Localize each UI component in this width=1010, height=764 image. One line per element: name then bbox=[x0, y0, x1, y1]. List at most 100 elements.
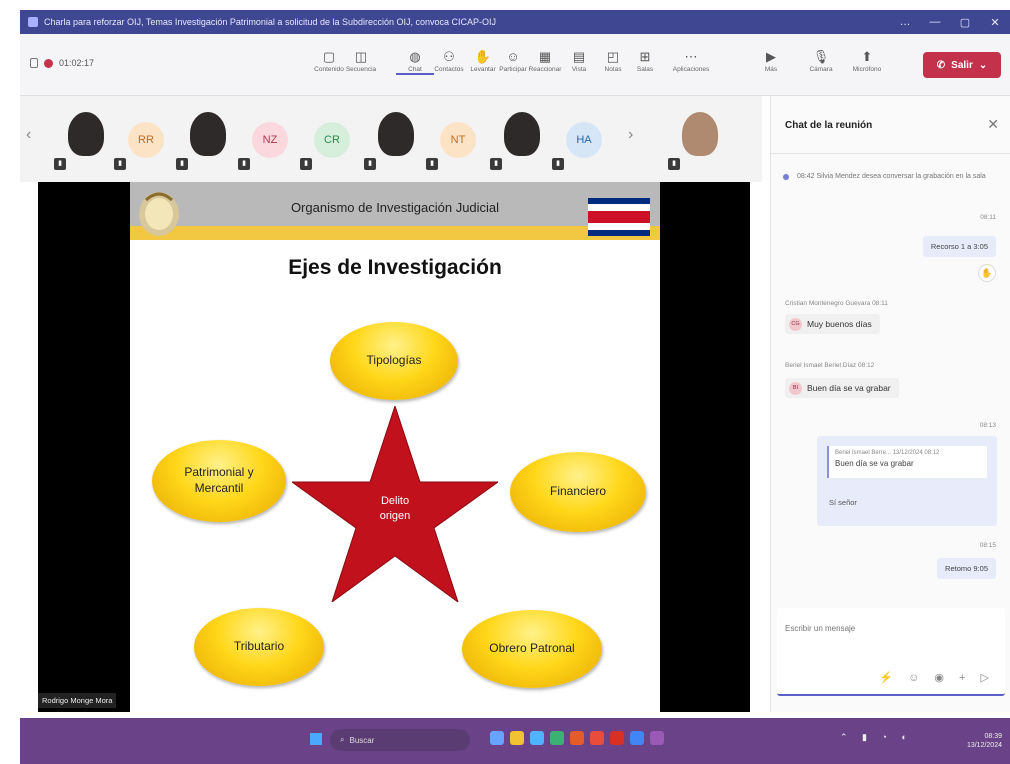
taskbar-app-icon[interactable] bbox=[510, 731, 524, 745]
avatar: NZ bbox=[252, 122, 288, 158]
toolbar-button-10[interactable]: ⋯ Aplicaciones bbox=[672, 48, 710, 73]
participant-tile[interactable]: ▮ bbox=[668, 102, 732, 174]
toolbar-button-label: Cámara bbox=[809, 66, 833, 73]
participant-tile[interactable]: NT ▮ bbox=[426, 102, 490, 174]
toolbar-button-label: Contactos bbox=[434, 66, 464, 73]
toolbar-button-7[interactable]: ▤ Vista bbox=[560, 48, 598, 73]
axis-obrero-patronal: Obrero Patronal bbox=[462, 610, 602, 688]
axis-tipologias: Tipologías bbox=[330, 322, 458, 400]
my-message-bubble[interactable]: Recorso 1 a 3:05 bbox=[922, 236, 996, 257]
search-icon: ⌕ bbox=[340, 735, 345, 744]
system-message: 08:42 Silvia Mendez desea conversar la g… bbox=[783, 172, 1003, 183]
close-icon[interactable]: ✕ bbox=[987, 116, 999, 133]
compose-box[interactable]: ⚡ ☺ ◉ + ▷ bbox=[777, 608, 1005, 696]
message-time: 08:11 bbox=[980, 214, 996, 221]
their-message-bubble[interactable]: BI Buen día se va grabar bbox=[785, 378, 899, 398]
taskbar-app-icon[interactable] bbox=[490, 731, 504, 745]
toolbar-button-6[interactable]: ▦ Reaccionar bbox=[526, 48, 564, 73]
toolbar-button-label: Secuencia bbox=[345, 66, 377, 73]
leave-label: Salir bbox=[951, 59, 973, 71]
participant-tile[interactable]: ▮ bbox=[490, 102, 554, 174]
participant-photo bbox=[682, 112, 718, 156]
rooms-icon: ◰ bbox=[606, 49, 620, 64]
toolbar-button-label: Micrófono bbox=[852, 66, 882, 73]
message-text: Buen día se va grabar bbox=[807, 383, 891, 393]
leave-meeting-button[interactable]: ✆ Salir ⌄ bbox=[923, 52, 1001, 78]
toolbar-button-label: Aplicaciones bbox=[672, 66, 710, 73]
message-sender: Cristian Montenegro Guevara 08:11 bbox=[785, 300, 888, 307]
meeting-timer: 01:02:17 bbox=[59, 58, 95, 68]
participant-tile[interactable]: ▮ bbox=[364, 102, 428, 174]
toolbar-button-1[interactable]: ◫ Secuencia bbox=[342, 48, 380, 73]
toolbar-button-13[interactable]: ⬆ Micrófono bbox=[848, 48, 886, 73]
windows-taskbar: ⌕ Buscar ⌃ ▮ ◔ ◐ 08:39 13/12/2024 bbox=[20, 718, 1010, 764]
shield-icon bbox=[30, 58, 38, 68]
toolbar-button-9[interactable]: ⊞ Salas bbox=[626, 48, 664, 73]
window-maximize-button[interactable]: ▢ bbox=[950, 16, 980, 29]
toolbar-button-11[interactable]: ▶ Más bbox=[752, 48, 790, 73]
star-label-line1: Delito bbox=[380, 495, 410, 507]
axis-financiero: Financiero bbox=[510, 452, 646, 532]
participant-tile[interactable]: ▮ bbox=[176, 102, 240, 174]
taskbar-app-icon[interactable] bbox=[550, 731, 564, 745]
slide-header: Organismo de Investigación Judicial bbox=[130, 182, 660, 240]
axis-patrimonial-mercantil: Patrimonial y Mercantil bbox=[152, 440, 286, 522]
clock-time: 08:39 bbox=[984, 733, 1002, 740]
participant-photo bbox=[68, 112, 104, 156]
participant-tile[interactable]: NZ ▮ bbox=[238, 102, 302, 174]
toolbar-button-label: Salas bbox=[636, 66, 654, 73]
windows-start-icon[interactable] bbox=[310, 733, 322, 745]
window-more-button[interactable]: … bbox=[890, 16, 920, 28]
taskbar-app-icon[interactable] bbox=[650, 731, 664, 745]
message-input[interactable] bbox=[785, 624, 995, 633]
taskbar-app-icon[interactable] bbox=[530, 731, 544, 745]
participant-tile[interactable]: HA ▮ bbox=[552, 102, 616, 174]
star-label: Delito origen bbox=[350, 494, 440, 525]
system-tray-icons[interactable]: ⌃ ▮ ◔ ◐ bbox=[840, 732, 913, 743]
taskbar-app-icon[interactable] bbox=[630, 731, 644, 745]
muted-mic-icon: ▮ bbox=[176, 158, 188, 170]
scroll-right-arrow-icon[interactable]: › bbox=[628, 126, 633, 144]
taskbar-app-icon[interactable] bbox=[590, 731, 604, 745]
avatar: RR bbox=[128, 122, 164, 158]
meeting-toolbar: 01:02:17 ▢ Contenido ◫ Secuencia ◍ Chat ⚇ Conta… bbox=[20, 34, 1010, 96]
taskbar-app-icon[interactable] bbox=[570, 731, 584, 745]
sequence-icon: ◫ bbox=[354, 49, 368, 64]
avatar: HA bbox=[566, 122, 602, 158]
my-message-bubble[interactable]: Retomo 9:05 bbox=[937, 558, 996, 579]
participant-tile[interactable]: ▮ bbox=[54, 102, 118, 174]
toolbar-button-label: Participar bbox=[499, 66, 527, 73]
toolbar-button-3[interactable]: ⚇ Contactos bbox=[430, 48, 468, 73]
raise-hand-icon: ✋ bbox=[474, 49, 492, 64]
taskbar-search[interactable]: ⌕ Buscar bbox=[330, 729, 470, 751]
scroll-left-arrow-icon[interactable]: ‹ bbox=[26, 126, 31, 144]
compose-actions-icon[interactable]: ⚡ ☺ ◉ + ▷ bbox=[879, 671, 995, 684]
presentation-slide: Organismo de Investigación Judicial Ejes… bbox=[130, 182, 660, 712]
participant-tile[interactable]: RR ▮ bbox=[114, 102, 178, 174]
taskbar-app-icon[interactable] bbox=[610, 731, 624, 745]
people-icon: ⚇ bbox=[443, 49, 455, 64]
reply-message-bubble[interactable]: Beriel Ismael Berre... 13/12/2024 08:12 … bbox=[817, 436, 997, 526]
message-text: Muy buenos días bbox=[807, 319, 872, 329]
muted-mic-icon: ▮ bbox=[114, 158, 126, 170]
quoted-text: Buen día se va grabar bbox=[835, 459, 914, 468]
system-clock[interactable]: 08:39 13/12/2024 bbox=[967, 732, 1002, 750]
toolbar-button-label: Chat bbox=[408, 66, 422, 73]
toolbar-button-12[interactable]: 🎙 Cámara bbox=[802, 48, 840, 73]
muted-mic-icon: ▮ bbox=[364, 158, 376, 170]
participant-photo bbox=[190, 112, 226, 156]
avatar: BI bbox=[789, 382, 802, 395]
quoted-message[interactable]: Beriel Ismael Berre... 13/12/2024 08:12 … bbox=[827, 446, 987, 478]
participant-tile[interactable]: CR ▮ bbox=[300, 102, 364, 174]
more-icon: ⋯ bbox=[684, 49, 698, 64]
chevron-down-icon[interactable]: ⌄ bbox=[979, 60, 987, 71]
participant-photo bbox=[504, 112, 540, 156]
toolbar-button-2[interactable]: ◍ Chat bbox=[396, 48, 434, 75]
window-title: Charla para reforzar OIJ, Temas Investig… bbox=[44, 17, 497, 27]
clock-date: 13/12/2024 bbox=[966, 742, 1002, 750]
reaction-icon[interactable]: ✋ bbox=[978, 264, 996, 282]
avatar: CR bbox=[314, 122, 350, 158]
their-message-bubble[interactable]: CG Muy buenos días bbox=[785, 314, 880, 334]
window-close-button[interactable]: ✕ bbox=[980, 16, 1010, 29]
window-minimize-button[interactable]: — bbox=[920, 16, 950, 28]
